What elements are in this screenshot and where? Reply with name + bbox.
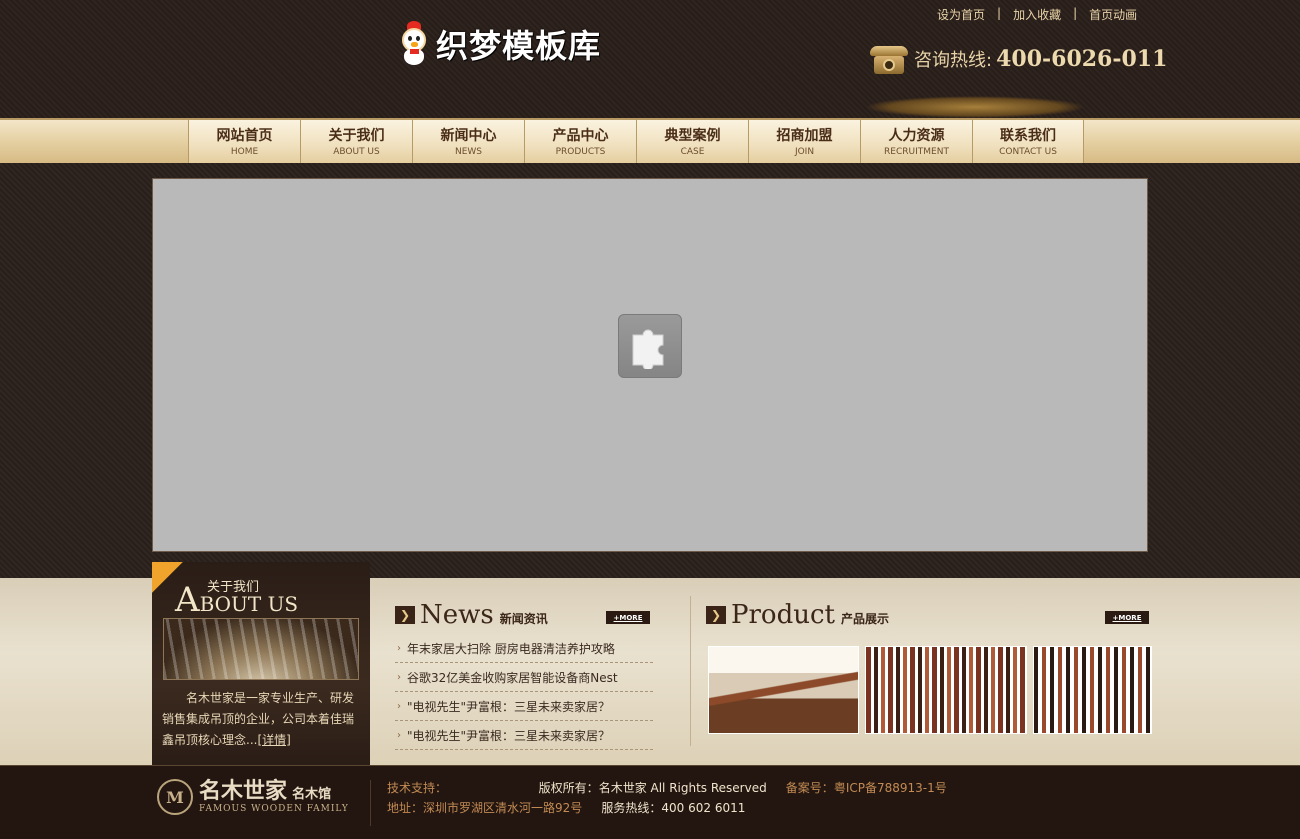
about-panel: ABOUT US 关于我们 名木世家是一家专业生产、研发销售集成吊顶的企业，公司… bbox=[152, 562, 370, 765]
homepage-animation-link[interactable]: 首页动画 bbox=[1089, 6, 1137, 23]
product-more-button[interactable]: +MORE bbox=[1105, 611, 1149, 624]
about-title-cn: 关于我们 bbox=[207, 580, 260, 595]
footer-divider bbox=[370, 780, 371, 826]
nav-label-cn: 产品中心 bbox=[552, 127, 609, 144]
nav-item-products[interactable]: 产品中心 PRODUCTS bbox=[524, 120, 636, 165]
news-item[interactable]: › 谷歌32亿美金收购家居智能设备商Nest bbox=[395, 663, 653, 692]
arrow-right-icon: ❯ bbox=[706, 606, 726, 624]
nav-item-case[interactable]: 典型案例 CASE bbox=[636, 120, 748, 165]
nav-label-en: JOIN bbox=[794, 146, 815, 157]
product-header: ❯ Product 产品展示 bbox=[706, 600, 1149, 630]
nav-item-contact[interactable]: 联系我们 CONTACT US bbox=[972, 120, 1084, 165]
tech-support-label: 技术支持： bbox=[387, 781, 448, 795]
hotline-number: 400-6026-011 bbox=[996, 46, 1168, 72]
about-dome-image bbox=[163, 618, 359, 680]
icp-value[interactable]: 粤ICP备788913-1号 bbox=[834, 781, 947, 795]
bullet-icon: › bbox=[397, 671, 401, 683]
nav-item-home[interactable]: 网站首页 HOME bbox=[188, 120, 300, 165]
news-item-title: 年末家居大扫除 厨房电器清洁养护攻略 bbox=[407, 641, 615, 656]
nav-label-en: HOME bbox=[230, 146, 259, 157]
footer-copyright-line: 技术支持： 版权所有：名木世家 All Rights Reserved 备案号：… bbox=[387, 779, 947, 796]
nav-item-about[interactable]: 关于我们 ABOUT US bbox=[300, 120, 412, 165]
nav-label-cn: 人力资源 bbox=[888, 127, 945, 144]
footer-brand-cn: 名木世家 bbox=[199, 779, 288, 804]
add-favorite-link[interactable]: 加入收藏 bbox=[1013, 6, 1061, 23]
hotline-label: 咨询热线: bbox=[914, 50, 993, 71]
bullet-icon: › bbox=[397, 729, 401, 741]
bullet-icon: › bbox=[397, 642, 401, 654]
top-links: 设为首页 | 加入收藏 | 首页动画 bbox=[937, 6, 1137, 23]
nav-label-en: PRODUCTS bbox=[555, 146, 606, 157]
product-image-balusters[interactable] bbox=[865, 646, 1027, 734]
puzzle-plugin-icon[interactable] bbox=[618, 314, 682, 378]
service-value: 400 602 6011 bbox=[661, 801, 746, 815]
main-nav: 网站首页 HOME 关于我们 ABOUT US 新闻中心 NEWS 产品中心 P… bbox=[0, 118, 1300, 165]
news-item-title: "电视先生"尹富根：三星未来卖家居？ bbox=[407, 728, 611, 743]
news-panel: ❯ News 新闻资讯 +MORE › 年末家居大扫除 厨房电器清洁养护攻略 › 谷… bbox=[395, 600, 653, 750]
brand-badge-icon: M bbox=[157, 779, 193, 815]
nav-label-en: ABOUT US bbox=[333, 146, 380, 157]
nav-label-cn: 典型案例 bbox=[664, 127, 721, 144]
product-title-cn: 产品展示 bbox=[840, 611, 889, 626]
product-image-balusters[interactable] bbox=[1033, 646, 1152, 734]
content-section: ABOUT US 关于我们 名木世家是一家专业生产、研发销售集成吊顶的企业，公司… bbox=[0, 562, 1300, 765]
gold-ornament bbox=[865, 96, 1085, 118]
nav-label-cn: 网站首页 bbox=[216, 127, 273, 144]
chicken-mascot-icon bbox=[398, 21, 430, 67]
nav-label-en: RECRUITMENT bbox=[884, 146, 949, 157]
product-panel: ❯ Product 产品展示 +MORE bbox=[706, 600, 1152, 734]
set-homepage-link[interactable]: 设为首页 bbox=[937, 6, 985, 23]
nav-item-recruitment[interactable]: 人力资源 RECRUITMENT bbox=[860, 120, 972, 165]
about-text: 名木世家是一家专业生产、研发销售集成吊顶的企业，公司本着佳瑞鑫吊顶核心理念...… bbox=[162, 688, 362, 751]
address-label: 地址： bbox=[387, 801, 424, 815]
telephone-icon bbox=[870, 40, 910, 78]
product-title-en: Product bbox=[731, 600, 835, 630]
bullet-icon: › bbox=[397, 700, 401, 712]
header: 织梦模板库 设为首页 | 加入收藏 | 首页动画 咨询热线: 400-6026-… bbox=[0, 0, 1300, 118]
nav-label-en: CASE bbox=[680, 146, 705, 157]
flash-banner-placeholder[interactable] bbox=[152, 178, 1148, 552]
footer-address-line: 地址：深圳市罗湖区清水河一路92号 服务热线：400 602 6011 bbox=[387, 799, 745, 816]
site-logo[interactable]: 织梦模板库 bbox=[398, 20, 601, 68]
nav-label-cn: 关于我们 bbox=[328, 127, 385, 144]
footer-brand-sub: 名木馆 bbox=[292, 787, 332, 802]
news-item[interactable]: › 年末家居大扫除 厨房电器清洁养护攻略 bbox=[395, 634, 653, 663]
address-value: 深圳市罗湖区清水河一路92号 bbox=[423, 801, 583, 815]
banner-section bbox=[0, 163, 1300, 578]
arrow-right-icon: ❯ bbox=[395, 606, 415, 624]
copyright-value: 名木世家 All Rights Reserved bbox=[598, 781, 767, 795]
product-image-staircase[interactable] bbox=[708, 646, 859, 734]
footer-brand-en: FAMOUS WOODEN FAMILY bbox=[199, 804, 349, 814]
news-title-en: News bbox=[420, 600, 494, 630]
about-title-rest: BOUT US bbox=[199, 592, 299, 616]
news-item-title: 谷歌32亿美金收购家居智能设备商Nest bbox=[407, 670, 618, 685]
news-list: › 年末家居大扫除 厨房电器清洁养护攻略 › 谷歌32亿美金收购家居智能设备商Nes… bbox=[395, 634, 653, 750]
news-title-cn: 新闻资讯 bbox=[499, 611, 548, 626]
link-separator: | bbox=[997, 6, 1002, 20]
nav-label-cn: 招商加盟 bbox=[776, 127, 833, 144]
logo-text: 织梦模板库 bbox=[436, 27, 602, 65]
footer-logo: M 名木世家 名木馆 FAMOUS WOODEN FAMILY bbox=[157, 779, 349, 815]
nav-label-en: NEWS bbox=[454, 146, 483, 157]
news-more-button[interactable]: +MORE bbox=[606, 611, 650, 624]
copyright-label: 版权所有： bbox=[538, 781, 599, 795]
news-item[interactable]: › "电视先生"尹富根：三星未来卖家居？ bbox=[395, 721, 653, 750]
news-item-title: "电视先生"尹富根：三星未来卖家居？ bbox=[407, 699, 611, 714]
service-label: 服务热线： bbox=[601, 801, 662, 815]
nav-label-cn: 联系我们 bbox=[1000, 127, 1056, 144]
about-details-link[interactable]: [详情] bbox=[257, 733, 290, 747]
nav-item-news[interactable]: 新闻中心 NEWS bbox=[412, 120, 524, 165]
section-divider bbox=[690, 596, 691, 746]
nav-item-join[interactable]: 招商加盟 JOIN bbox=[748, 120, 860, 165]
hotline: 咨询热线: 400-6026-011 bbox=[870, 40, 1167, 78]
nav-label-en: CONTACT US bbox=[999, 146, 1057, 157]
nav-label-cn: 新闻中心 bbox=[440, 127, 497, 144]
footer: M 名木世家 名木馆 FAMOUS WOODEN FAMILY 技术支持： 版权… bbox=[0, 765, 1300, 839]
news-item[interactable]: › "电视先生"尹富根：三星未来卖家居？ bbox=[395, 692, 653, 721]
about-title-initial: A bbox=[175, 580, 200, 620]
link-separator: | bbox=[1073, 6, 1078, 20]
product-gallery bbox=[708, 646, 1152, 734]
icp-label: 备案号： bbox=[785, 781, 834, 795]
